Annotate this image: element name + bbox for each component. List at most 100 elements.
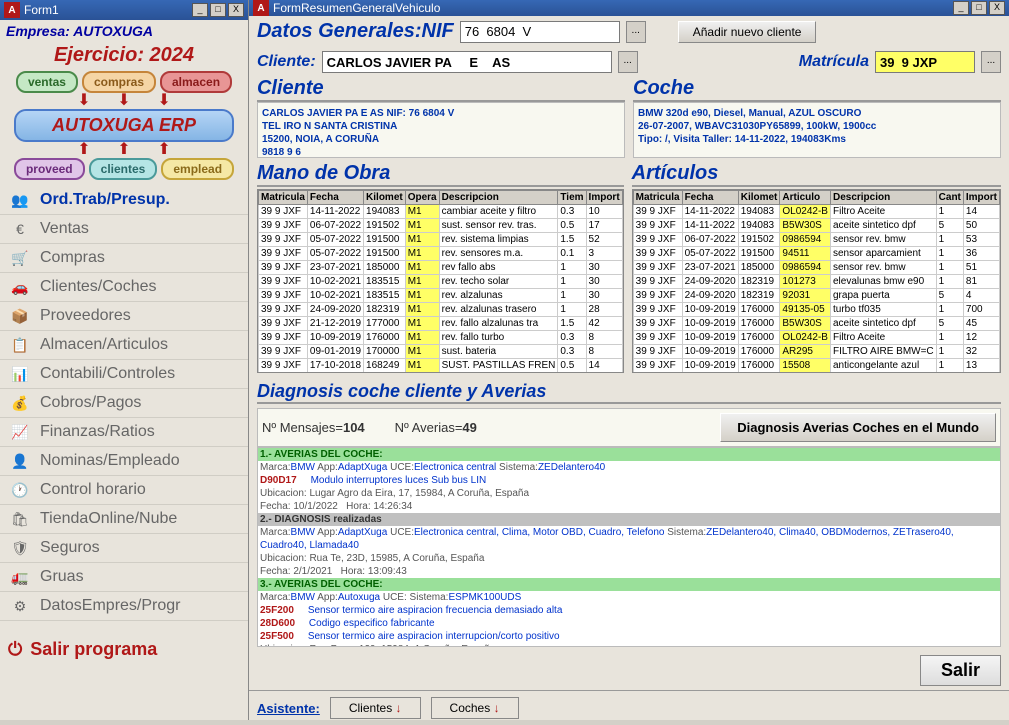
cliente-input[interactable] (322, 51, 612, 73)
table-row[interactable]: 39 9 JXF05-07-2022191500M1rev. sensores … (258, 247, 622, 261)
col-header[interactable]: Import (963, 191, 999, 205)
tab-clientes[interactable]: Clientes ↓ (330, 697, 421, 719)
menu-icon: 👤 (8, 451, 32, 471)
table-row[interactable]: 39 9 JXF10-09-2019176000OL0242-BFiltro A… (633, 331, 999, 345)
minimize-btn[interactable]: _ (192, 3, 208, 17)
table-row[interactable]: 39 9 JXF24-09-2020182319101273elevalunas… (633, 275, 999, 289)
col-header[interactable]: Fecha (682, 191, 738, 205)
coche-panel-title: Coche (633, 77, 1001, 102)
maximize-btn[interactable]: □ (210, 3, 226, 17)
table-row[interactable]: 39 9 JXF10-09-2019176000M1rev. fallo tur… (258, 331, 622, 345)
menu-icon: 📊 (8, 364, 32, 384)
mano-obra-grid[interactable]: MatriculaFechaKilometOperaDescripcionTie… (257, 189, 624, 373)
arrow-down-icon: ⬇ ⬇ ⬇ (0, 95, 248, 107)
menu-item-9[interactable]: 👤Nominas/Empleado (0, 447, 248, 476)
col-header[interactable]: Import (586, 191, 622, 205)
col-header[interactable]: Descripcion (830, 191, 936, 205)
table-row[interactable]: 39 9 JXF09-01-201917000058042Batería1120 (633, 373, 999, 374)
menu-item-6[interactable]: 📊 Contabili/Controles (0, 360, 248, 389)
col-header[interactable]: Descripcion (439, 191, 558, 205)
col-header[interactable]: Matricula (633, 191, 682, 205)
table-row[interactable]: 39 9 JXF10-09-201917600049135-05turbo tf… (633, 303, 999, 317)
menu-item-14[interactable]: ⚙DatosEmpres/Progr (0, 592, 248, 621)
pill-almacen[interactable]: almacen (160, 71, 232, 93)
table-row[interactable]: 39 9 JXF10-09-2019176000B5W30Saceite sin… (633, 317, 999, 331)
close-btn[interactable]: X (989, 1, 1005, 15)
exit-program[interactable]: ⏻ Salir programa (0, 631, 248, 668)
pill-emplead[interactable]: emplead (161, 158, 234, 180)
table-row[interactable]: 39 9 JXF06-07-20221915020986594sensor re… (633, 233, 999, 247)
col-header[interactable]: Fecha (307, 191, 363, 205)
menu-item-1[interactable]: €Ventas (0, 215, 248, 244)
table-row[interactable]: 39 9 JXF09-01-2019170000M1sust. bateria0… (258, 345, 622, 359)
col-header[interactable]: Kilomet (364, 191, 406, 205)
menu-item-5[interactable]: 📋Almacen/Articulos (0, 331, 248, 360)
diagnosis-world-button[interactable]: Diagnosis Averias Coches en el Mundo (720, 413, 996, 442)
menu-item-7[interactable]: 💰Cobros/Pagos (0, 389, 248, 418)
nif-input[interactable] (460, 21, 620, 43)
ejercicio-label: Ejercicio: (54, 44, 144, 66)
col-header[interactable]: Opera (405, 191, 439, 205)
cliente-lookup-btn[interactable]: ... (618, 51, 638, 73)
menu-icon: 👥 (8, 190, 32, 210)
ejercicio-value: 2024 (150, 44, 195, 66)
erp-button[interactable]: AUTOXUGA ERP (14, 109, 234, 142)
col-header[interactable]: Matricula (258, 191, 307, 205)
minimize-btn[interactable]: _ (953, 1, 969, 15)
menu-item-2[interactable]: 🛒Compras (0, 244, 248, 273)
table-row[interactable]: 39 9 JXF14-11-2022194083B5W30Saceite sin… (633, 219, 999, 233)
salir-button[interactable]: Salir (920, 655, 1001, 686)
menu-item-3[interactable]: 🚗Clientes/Coches (0, 273, 248, 302)
table-row[interactable]: 39 9 JXF10-09-2019176000AR295FILTRO AIRE… (633, 345, 999, 359)
empresa-label: Empresa: (6, 23, 70, 39)
pill-proveed[interactable]: proveed (14, 158, 85, 180)
menu-item-13[interactable]: 🚛Gruas (0, 563, 248, 592)
table-row[interactable]: 39 9 JXF23-07-20211850000986594sensor re… (633, 261, 999, 275)
tab-coches[interactable]: Coches ↓ (431, 697, 519, 719)
form2-titlebar: A FormResumenGeneralVehiculo _ □ X (249, 0, 1009, 16)
matricula-lookup-btn[interactable]: ... (981, 51, 1001, 73)
matricula-input[interactable] (875, 51, 975, 73)
menu-item-8[interactable]: 📈Finanzas/Ratios (0, 418, 248, 447)
table-row[interactable]: 39 9 JXF17-10-2018168249M1SUST. PASTILLA… (258, 359, 622, 373)
maximize-btn[interactable]: □ (971, 1, 987, 15)
table-row[interactable]: 39 9 JXF03-07-2018167000M1rev. fallo abs… (258, 373, 622, 374)
table-row[interactable]: 39 9 JXF10-02-2021183515M1rev. alzalunas… (258, 289, 622, 303)
table-row[interactable]: 39 9 JXF23-07-2021185000M1rev fallo abs1… (258, 261, 622, 275)
menu-item-4[interactable]: 📦Proveedores (0, 302, 248, 331)
menu-icon: 🚗 (8, 277, 32, 297)
col-header[interactable]: Kilomet (738, 191, 780, 205)
menu-label: Seguros (40, 539, 100, 557)
nif-lookup-btn[interactable]: ... (626, 21, 646, 43)
articulos-grid[interactable]: MatriculaFechaKilometArticuloDescripcion… (632, 189, 1001, 373)
diagnosis-log[interactable]: 1.- AVERIAS DEL COCHE: Marca:BMW App:Ada… (257, 447, 1001, 647)
col-header[interactable]: Articulo (780, 191, 831, 205)
table-row[interactable]: 39 9 JXF10-02-2021183515M1rev. techo sol… (258, 275, 622, 289)
table-row[interactable]: 39 9 JXF14-11-2022194083M1cambiar aceite… (258, 205, 622, 219)
table-row[interactable]: 39 9 JXF10-09-201917600015508anticongela… (633, 359, 999, 373)
menu-label: Contabili/Controles (40, 365, 175, 383)
menu-item-12[interactable]: 🛡Seguros (0, 534, 248, 563)
table-row[interactable]: 39 9 JXF14-11-2022194083OL0242-BFiltro A… (633, 205, 999, 219)
table-row[interactable]: 39 9 JXF06-07-2022191502M1sust. sensor r… (258, 219, 622, 233)
menu-label: Finanzas/Ratios (40, 423, 155, 441)
menu-item-11[interactable]: 🛍TiendaOnline/Nube (0, 505, 248, 534)
pill-ventas[interactable]: ventas (16, 71, 78, 93)
close-btn[interactable]: X (228, 3, 244, 17)
add-client-button[interactable]: Añadir nuevo cliente (678, 21, 817, 43)
pill-clientes[interactable]: clientes (89, 158, 158, 180)
form2-title: FormResumenGeneralVehiculo (273, 1, 440, 15)
table-row[interactable]: 39 9 JXF24-09-2020182319M1rev. alzalunas… (258, 303, 622, 317)
table-row[interactable]: 39 9 JXF24-09-202018231992031grapa puert… (633, 289, 999, 303)
menu-label: Proveedores (40, 307, 131, 325)
table-row[interactable]: 39 9 JXF05-07-202219150094511sensor apar… (633, 247, 999, 261)
pill-compras[interactable]: compras (82, 71, 156, 93)
power-icon: ⏻ (8, 639, 22, 660)
col-header[interactable]: Cant (936, 191, 963, 205)
col-header[interactable]: Tiem (558, 191, 586, 205)
table-row[interactable]: 39 9 JXF21-12-2019177000M1rev. fallo alz… (258, 317, 622, 331)
asistente-label: Asistente: (257, 701, 320, 716)
table-row[interactable]: 39 9 JXF05-07-2022191500M1rev. sistema l… (258, 233, 622, 247)
menu-item-0[interactable]: 👥Ord.Trab/Presup. (0, 186, 248, 215)
menu-item-10[interactable]: 🕐Control horario (0, 476, 248, 505)
